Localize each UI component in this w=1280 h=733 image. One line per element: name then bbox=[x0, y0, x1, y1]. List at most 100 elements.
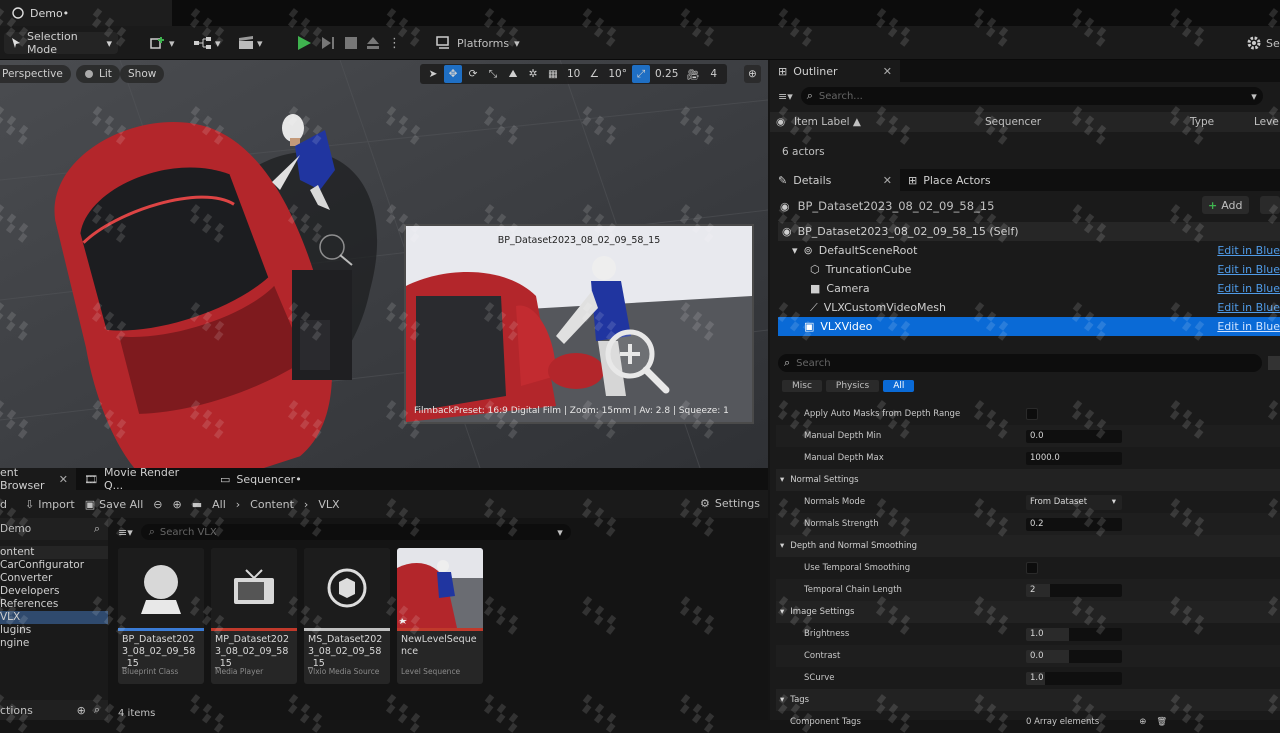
temporal-chain-field[interactable]: 2 bbox=[1026, 583, 1122, 597]
lit-menu[interactable]: Lit bbox=[76, 65, 120, 83]
component-row[interactable]: ⬡ TruncationCube Edit in Blue bbox=[778, 260, 1280, 279]
column-type[interactable]: Type bbox=[1184, 116, 1254, 128]
add-content-button[interactable]: ▾ bbox=[146, 32, 179, 54]
auto-masks-checkbox[interactable] bbox=[1026, 408, 1038, 420]
scale-snap-value[interactable]: 0.25 bbox=[652, 65, 681, 83]
translate-tool-icon[interactable]: ✥ bbox=[444, 65, 462, 83]
add-element-icon[interactable]: ⊕ bbox=[1139, 717, 1146, 727]
asset-search-input[interactable]: ⌕ Search VLX ▾ bbox=[140, 524, 571, 540]
perspective-menu[interactable]: Perspective bbox=[0, 65, 71, 83]
section-tags[interactable]: ▾ Tags bbox=[776, 689, 1280, 711]
manual-depth-min-field[interactable]: 0.0 bbox=[1026, 429, 1122, 443]
component-row[interactable]: ⟋ VLXCustomVideoMesh Edit in Blue bbox=[778, 298, 1280, 317]
tab-sequencer[interactable]: ▭ Sequencer• bbox=[212, 468, 310, 490]
filter-physics[interactable]: Physics bbox=[825, 380, 880, 392]
add-component-button[interactable]: + Add bbox=[1202, 196, 1249, 214]
tree-item[interactable]: ngine bbox=[0, 637, 108, 650]
cb-settings-button[interactable]: ⚙ Settings bbox=[700, 497, 760, 510]
edit-in-blueprint-link[interactable]: Edit in Blue bbox=[1217, 244, 1280, 257]
component-row[interactable]: ▾ ⊚ DefaultSceneRoot Edit in Blue bbox=[778, 241, 1280, 260]
angle-snap-icon[interactable]: ∠ bbox=[585, 65, 603, 83]
asset-tile[interactable]: BP_Dataset2023_08_02_09_58_15 Blueprint … bbox=[118, 548, 204, 684]
close-icon[interactable]: ✕ bbox=[59, 473, 68, 486]
platforms-button[interactable]: Platforms ▾ bbox=[432, 32, 524, 54]
angle-snap-value[interactable]: 10° bbox=[605, 65, 630, 83]
blueprints-button[interactable]: ▾ bbox=[190, 32, 225, 54]
column-sequencer[interactable]: Sequencer bbox=[979, 116, 1184, 128]
filter-misc[interactable]: Misc bbox=[782, 380, 822, 392]
cinematics-button[interactable]: ▾ bbox=[234, 32, 267, 54]
sources-header[interactable]: Demo ⌕ bbox=[0, 518, 108, 540]
edit-in-blueprint-link[interactable]: Edit in Blue bbox=[1217, 301, 1280, 314]
maximize-viewport-icon[interactable]: ⊕ bbox=[744, 65, 761, 83]
edit-in-blueprint-link[interactable]: Edit in Blue bbox=[1217, 320, 1280, 333]
edit-in-blueprint-link[interactable]: Edit in Blue bbox=[1217, 263, 1280, 276]
manual-depth-max-field[interactable]: 1000.0 bbox=[1026, 451, 1122, 465]
tree-item[interactable]: ontent bbox=[0, 546, 108, 559]
play-icon[interactable] bbox=[296, 35, 312, 51]
more-options-icon[interactable]: ⋮ bbox=[388, 36, 401, 51]
filter-icon[interactable]: ≡▾ bbox=[778, 90, 793, 103]
scale-tool-icon[interactable]: ⤡ bbox=[484, 65, 502, 83]
import-button[interactable]: ⇩ Import bbox=[25, 498, 75, 511]
stop-icon[interactable] bbox=[344, 36, 358, 50]
add-collection-icon[interactable]: ⊕ bbox=[77, 704, 86, 717]
scurve-field[interactable]: 1.0 bbox=[1026, 671, 1122, 685]
details-search-input[interactable]: ⌕ Search bbox=[778, 354, 1262, 372]
trash-icon[interactable]: 🗑︎ bbox=[1156, 717, 1167, 727]
scale-snap-icon[interactable]: ⤢ bbox=[632, 65, 650, 83]
close-icon[interactable]: ✕ bbox=[883, 65, 892, 78]
filter-icon[interactable]: ≡▾ bbox=[118, 526, 133, 539]
search-icon[interactable]: ⌕ bbox=[94, 703, 100, 717]
section-normal-settings[interactable]: ▾ Normal Settings bbox=[776, 469, 1280, 491]
document-tab[interactable]: Demo• bbox=[0, 0, 172, 26]
component-row[interactable]: ■ Camera Edit in Blue bbox=[778, 279, 1280, 298]
filter-all[interactable]: All bbox=[883, 380, 915, 392]
tab-details[interactable]: ✎ Details ✕ bbox=[770, 169, 900, 191]
asset-tile[interactable]: MS_Dataset2023_08_02_09_58_15 Vlxio Medi… bbox=[304, 548, 390, 684]
show-menu[interactable]: Show bbox=[120, 65, 165, 83]
component-row-selected[interactable]: ▣ VLXVideo Edit in Blue bbox=[778, 317, 1280, 336]
search-icon[interactable]: ⌕ bbox=[94, 522, 100, 536]
section-image-settings[interactable]: ▾ Image Settings bbox=[776, 601, 1280, 623]
outliner-search-input[interactable]: ⌕ Search... ▾ bbox=[800, 87, 1263, 105]
tab-place-actors[interactable]: ⊞ Place Actors bbox=[900, 169, 999, 191]
tree-item[interactable]: Converter bbox=[0, 572, 108, 585]
tree-item-selected[interactable]: VLX bbox=[0, 611, 108, 624]
selection-mode-dropdown[interactable]: Selection Mode ▾ bbox=[4, 30, 118, 56]
edit-in-blueprint-link[interactable]: Edit in Blue bbox=[1217, 282, 1280, 295]
close-icon[interactable]: ✕ bbox=[883, 174, 892, 187]
contrast-field[interactable]: 0.0 bbox=[1026, 649, 1122, 663]
step-play-icon[interactable] bbox=[320, 35, 336, 51]
history-forward-icon[interactable]: ⊕ bbox=[172, 498, 181, 511]
tree-item[interactable]: Developers bbox=[0, 585, 108, 598]
collections-header[interactable]: ctions ⊕ ⌕ bbox=[0, 700, 108, 720]
column-level[interactable]: Leve bbox=[1254, 116, 1279, 128]
asset-tile[interactable]: MP_Dataset2023_08_02_09_58_15 Media Play… bbox=[211, 548, 297, 684]
history-back-icon[interactable]: ⊖ bbox=[153, 498, 162, 511]
settings-button[interactable]: Sett bbox=[1242, 32, 1280, 54]
component-row[interactable]: ◉ BP_Dataset2023_08_02_09_58_15 (Self) bbox=[778, 222, 1280, 241]
brightness-field[interactable]: 1.0 bbox=[1026, 627, 1122, 641]
visibility-icon[interactable]: ◉ bbox=[770, 116, 785, 128]
surface-snap-icon[interactable]: ⛰ bbox=[504, 65, 522, 83]
asset-tile[interactable]: NewLevelSequence Level Sequence bbox=[397, 548, 483, 684]
tab-content-browser[interactable]: ent Browser ✕ bbox=[0, 466, 76, 492]
eject-icon[interactable] bbox=[366, 36, 380, 50]
camera-speed-value[interactable]: 4 bbox=[705, 65, 723, 83]
settings-dropdown-icon[interactable]: ▾ bbox=[1251, 90, 1257, 103]
path-vlx[interactable]: VLX bbox=[318, 498, 339, 511]
tree-item[interactable]: References bbox=[0, 598, 108, 611]
world-local-icon[interactable]: ✲ bbox=[524, 65, 542, 83]
temporal-smoothing-checkbox[interactable] bbox=[1026, 562, 1038, 574]
select-tool-icon[interactable]: ➤ bbox=[424, 65, 442, 83]
tree-item[interactable]: lugins bbox=[0, 624, 108, 637]
folder-icon[interactable]: ▬ bbox=[192, 498, 202, 511]
rotate-tool-icon[interactable]: ⟳ bbox=[464, 65, 482, 83]
grid-snap-value[interactable]: 10 bbox=[564, 65, 583, 83]
tab-movie-render-queue[interactable]: 🎞︎ Movie Render Q... bbox=[76, 466, 206, 492]
grid-snap-icon[interactable]: ▦ bbox=[544, 65, 562, 83]
path-content[interactable]: Content bbox=[250, 498, 294, 511]
tab-outliner[interactable]: ⊞ Outliner ✕ bbox=[770, 60, 900, 82]
normals-mode-dropdown[interactable]: From Dataset ▾ bbox=[1026, 494, 1122, 510]
